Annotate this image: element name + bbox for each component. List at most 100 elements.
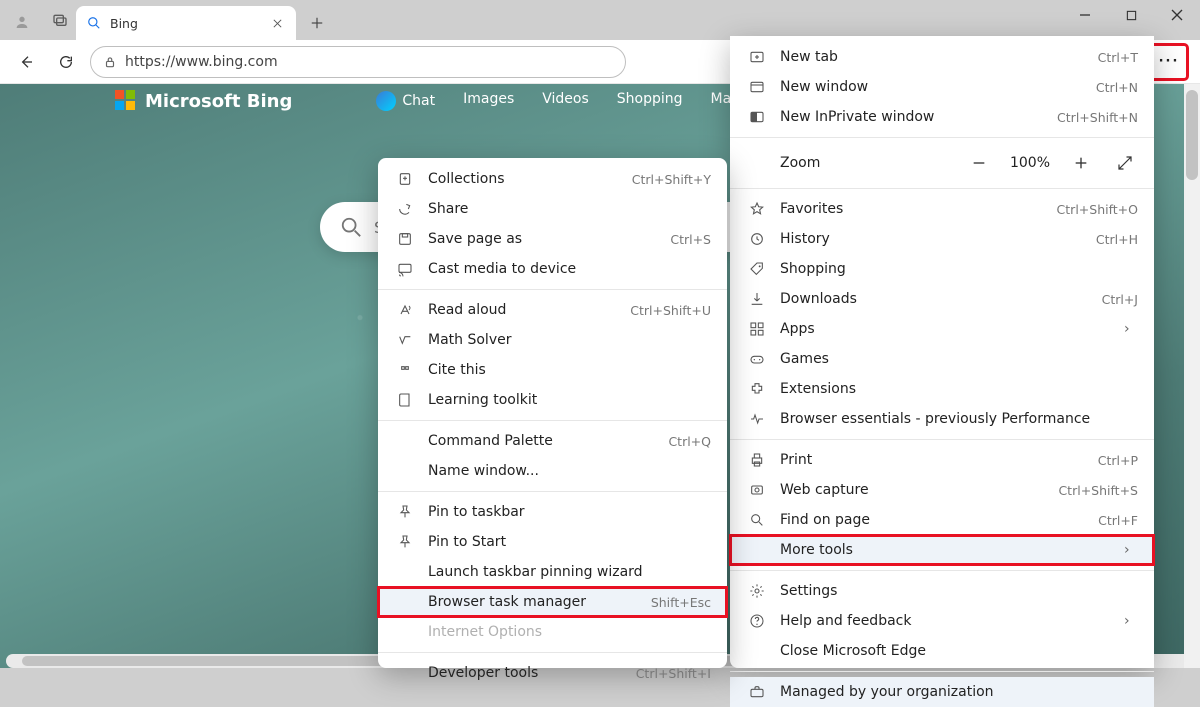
menu-shortcut: Shift+Esc xyxy=(651,595,711,610)
menu-apps[interactable]: Apps› xyxy=(730,314,1154,344)
briefcase-icon xyxy=(749,684,765,700)
menu-label: Learning toolkit xyxy=(428,392,711,408)
submenu-save-as[interactable]: Save page asCtrl+S xyxy=(378,224,727,254)
pulse-icon xyxy=(749,411,765,427)
cast-icon xyxy=(397,261,413,277)
menu-capture[interactable]: Web captureCtrl+Shift+S xyxy=(730,475,1154,505)
plus-icon xyxy=(310,16,324,30)
menu-history[interactable]: HistoryCtrl+H xyxy=(730,224,1154,254)
submenu-pin-wizard[interactable]: Launch taskbar pinning wizard xyxy=(378,557,727,587)
menu-label: Name window... xyxy=(428,463,711,479)
bing-nav: Chat Images Videos Shopping Maps xyxy=(376,91,747,111)
submenu-cast[interactable]: Cast media to device xyxy=(378,254,727,284)
zoom-value: 100% xyxy=(1010,155,1050,171)
submenu-pin-taskbar[interactable]: Pin to taskbar xyxy=(378,497,727,527)
menu-separator xyxy=(378,289,727,290)
menu-label: Browser essentials - previously Performa… xyxy=(780,411,1138,427)
menu-shortcut: Ctrl+P xyxy=(1098,453,1138,468)
pin-icon xyxy=(397,534,413,550)
new-tab-button[interactable] xyxy=(302,8,332,38)
pin-icon xyxy=(397,504,413,520)
menu-managed[interactable]: Managed by your organization xyxy=(730,677,1154,707)
ellipsis-icon: ··· xyxy=(1159,54,1180,69)
chat-bubble-icon xyxy=(376,91,396,111)
submenu-task-manager[interactable]: Browser task managerShift+Esc xyxy=(378,587,727,617)
cite-icon xyxy=(397,362,413,378)
menu-label: Browser task manager xyxy=(428,594,651,610)
submenu-name-window[interactable]: Name window... xyxy=(378,456,727,486)
menu-downloads[interactable]: DownloadsCtrl+J xyxy=(730,284,1154,314)
menu-label: Save page as xyxy=(428,231,670,247)
menu-games[interactable]: Games xyxy=(730,344,1154,374)
submenu-read-aloud[interactable]: Read aloudCtrl+Shift+U xyxy=(378,295,727,325)
menu-extensions[interactable]: Extensions xyxy=(730,374,1154,404)
chevron-right-icon: › xyxy=(1124,613,1138,629)
menu-new-window[interactable]: New windowCtrl+N xyxy=(730,72,1154,102)
menu-close-edge[interactable]: Close Microsoft Edge xyxy=(730,636,1154,666)
menu-help[interactable]: Help and feedback› xyxy=(730,606,1154,636)
zoom-out-button[interactable] xyxy=(966,150,992,176)
submenu-pin-start[interactable]: Pin to Start xyxy=(378,527,727,557)
star-icon xyxy=(749,201,765,217)
url-text: https://www.bing.com xyxy=(125,54,278,70)
menu-new-inprivate[interactable]: New InPrivate windowCtrl+Shift+N xyxy=(730,102,1154,132)
vertical-scrollbar[interactable] xyxy=(1184,84,1200,668)
menu-shortcut: Ctrl+N xyxy=(1096,80,1138,95)
back-button[interactable] xyxy=(8,44,44,80)
maximize-button[interactable] xyxy=(1108,0,1154,30)
menu-shortcut: Ctrl+Shift+N xyxy=(1057,110,1138,125)
menu-more-tools[interactable]: More tools› xyxy=(730,535,1154,565)
history-icon xyxy=(749,231,765,247)
submenu-command-palette[interactable]: Command PaletteCtrl+Q xyxy=(378,426,727,456)
tablist-icon xyxy=(52,12,68,28)
zoom-label: Zoom xyxy=(780,155,948,171)
submenu-cite[interactable]: Cite this xyxy=(378,355,727,385)
menu-favorites[interactable]: FavoritesCtrl+Shift+O xyxy=(730,194,1154,224)
menu-settings[interactable]: Settings xyxy=(730,576,1154,606)
address-bar[interactable]: https://www.bing.com xyxy=(90,46,626,78)
menu-new-tab[interactable]: New tabCtrl+T xyxy=(730,42,1154,72)
scrollbar-thumb[interactable] xyxy=(1186,90,1198,180)
submenu-math-solver[interactable]: Math Solver xyxy=(378,325,727,355)
zoom-in-button[interactable] xyxy=(1068,150,1094,176)
menu-shortcut: Ctrl+Q xyxy=(668,434,711,449)
menu-shopping[interactable]: Shopping xyxy=(730,254,1154,284)
more-button[interactable]: ··· xyxy=(1150,44,1188,80)
menu-label: New window xyxy=(780,79,1096,95)
submenu-dev-tools[interactable]: Developer toolsCtrl+Shift+I xyxy=(378,658,727,688)
refresh-button[interactable] xyxy=(48,44,84,80)
gear-icon xyxy=(749,583,765,599)
menu-label: History xyxy=(780,231,1096,247)
nav-images[interactable]: Images xyxy=(463,91,514,111)
browser-tab[interactable]: Bing xyxy=(76,6,296,40)
bing-logo[interactable]: Microsoft Bing xyxy=(115,90,292,112)
nav-videos[interactable]: Videos xyxy=(542,91,589,111)
nav-shopping[interactable]: Shopping xyxy=(617,91,683,111)
menu-label: Pin to taskbar xyxy=(428,504,711,520)
menu-separator xyxy=(378,420,727,421)
submenu-learning[interactable]: Learning toolkit xyxy=(378,385,727,415)
fullscreen-button[interactable] xyxy=(1112,150,1138,176)
menu-separator xyxy=(378,652,727,653)
submenu-collections[interactable]: CollectionsCtrl+Shift+Y xyxy=(378,164,727,194)
submenu-share[interactable]: Share xyxy=(378,194,727,224)
profile-button[interactable] xyxy=(8,8,36,36)
tab-close-button[interactable] xyxy=(268,14,286,32)
plus-icon xyxy=(1073,155,1089,171)
close-window-button[interactable] xyxy=(1154,0,1200,30)
share-icon xyxy=(397,201,413,217)
lock-icon xyxy=(103,55,117,69)
menu-shortcut: Ctrl+Shift+S xyxy=(1058,483,1138,498)
menu-find[interactable]: Find on pageCtrl+F xyxy=(730,505,1154,535)
menu-shortcut: Ctrl+T xyxy=(1098,50,1138,65)
menu-zoom: Zoom 100% xyxy=(730,143,1154,183)
nav-chat[interactable]: Chat xyxy=(376,91,435,111)
menu-essentials[interactable]: Browser essentials - previously Performa… xyxy=(730,404,1154,434)
menu-label: Managed by your organization xyxy=(780,684,1138,700)
window-icon xyxy=(749,79,765,95)
minimize-button[interactable] xyxy=(1062,0,1108,30)
tab-search-button[interactable] xyxy=(44,4,76,36)
menu-label: Math Solver xyxy=(428,332,711,348)
menu-label: Read aloud xyxy=(428,302,630,318)
menu-print[interactable]: PrintCtrl+P xyxy=(730,445,1154,475)
